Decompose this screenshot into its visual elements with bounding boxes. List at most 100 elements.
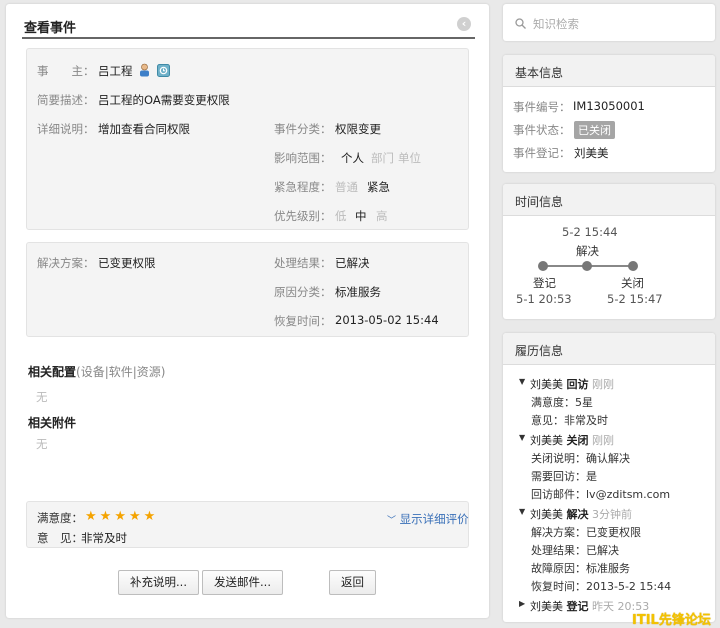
basic-info-header: 基本信息 (503, 55, 715, 87)
scope-option-department[interactable]: 部门 (371, 150, 394, 166)
cause-label: 原因分类： (274, 285, 332, 299)
scope-option-personal[interactable]: 个人 (341, 150, 364, 166)
history-detail: 满意度：5星 (531, 396, 593, 409)
history-detail: 回访邮件：lv@zditsm.com (531, 488, 671, 501)
urgency-option-normal[interactable]: 普通 (335, 179, 358, 195)
basic-info-panel: 基本信息 事件编号： IM13050001 事件状态： 已关闭 事件登记： 刘美… (503, 55, 715, 172)
cause-value: 标准服务 (335, 285, 381, 299)
summary-label: 简要描述： (37, 93, 95, 107)
opinion-value: 非常及时 (81, 531, 127, 545)
page-title: 查看事件 (24, 21, 77, 36)
attachments-title: 相关附件 (28, 416, 77, 430)
register-label: 登记 (533, 276, 556, 290)
star-icon: ★ (143, 509, 156, 524)
history-action: 解决 (566, 508, 589, 521)
title-divider (22, 37, 475, 39)
category-label: 事件分类： (274, 122, 332, 136)
result-label: 处理结果： (274, 256, 332, 270)
show-detail-rating-link[interactable]: ﹀ 显示详细评价 (387, 511, 469, 527)
solution-label: 解决方案： (37, 256, 95, 270)
send-mail-button[interactable]: 发送邮件... (202, 570, 283, 595)
resolution-box: 解决方案： 已变更权限 处理结果： 已解决 原因分类： 标准服务 恢复时间： 2… (26, 242, 469, 337)
supplement-button[interactable]: 补充说明... (118, 570, 199, 595)
history-detail: 故障原因：标准服务 (531, 562, 630, 575)
triangle-down-icon: ▼ (519, 507, 526, 516)
event-registrar-value: 刘美美 (574, 146, 609, 160)
event-status-label: 事件状态： (513, 123, 571, 137)
history-detail: 意见：非常及时 (531, 414, 608, 427)
event-number-value: IM13050001 (573, 99, 645, 113)
knowledge-search-box[interactable]: 知识检索 (503, 4, 715, 41)
solution-value: 已变更权限 (98, 256, 156, 270)
history-entry-toggle[interactable]: ▼ 刘美美 回访 刚刚 (519, 376, 614, 392)
priority-label: 优先级别： (274, 209, 332, 223)
history-action: 登记 (566, 600, 589, 613)
owner-label: 事 主： (37, 64, 95, 78)
history-detail: 处理结果：已解决 (531, 544, 619, 557)
timeline-node-close (628, 261, 638, 271)
event-info-box: 事 主： 吕工程 简要描述： 吕工程的OA需要变更权限 详细说明： 增加查看合同… (26, 48, 469, 230)
opinion-label: 意 见： (37, 531, 83, 545)
close-time: 5-2 15:47 (607, 292, 663, 306)
search-placeholder: 知识检索 (533, 17, 579, 31)
history-action: 关闭 (566, 434, 589, 447)
triangle-right-icon: ▶ (519, 599, 526, 608)
history-time: 刚刚 (592, 434, 614, 447)
history-entry-toggle[interactable]: ▼ 刘美美 解决 3分钟前 (519, 506, 632, 522)
close-label: 关闭 (621, 276, 644, 290)
time-info-header: 时间信息 (503, 184, 715, 216)
scope-option-unit[interactable]: 单位 (398, 150, 421, 166)
rating-box: 满意度： ★ ★ ★ ★ ★ ﹀ 显示详细评价 意 见： 非常及时 (26, 501, 469, 548)
history-detail: 解决方案：已变更权限 (531, 526, 641, 539)
event-registrar-label: 事件登记： (513, 146, 571, 160)
history-user: 刘美美 (530, 600, 563, 613)
related-config-empty: 无 (36, 390, 48, 404)
forum-watermark: ITIL先锋论坛 (632, 613, 711, 628)
star-icon: ★ (128, 509, 141, 524)
related-config-subtitle: (设备|软件|资源) (76, 365, 166, 379)
resolve-time: 5-2 15:44 (562, 225, 618, 239)
search-icon (515, 18, 526, 29)
timeline-node-register (538, 261, 548, 271)
attachments-empty: 无 (36, 437, 48, 451)
timeline-track (538, 261, 638, 271)
satisfaction-label: 满意度： (37, 511, 83, 525)
priority-option-medium[interactable]: 中 (355, 208, 367, 224)
history-detail: 需要回访：是 (531, 470, 597, 483)
status-badge: 已关闭 (574, 121, 615, 139)
back-arrow-icon[interactable]: ‹ (457, 17, 471, 31)
history-detail: 关闭说明：确认解决 (531, 452, 630, 465)
time-info-title: 时间信息 (515, 195, 564, 209)
owner-value: 吕工程 (98, 64, 133, 78)
history-user: 刘美美 (530, 434, 563, 447)
result-value: 已解决 (335, 256, 370, 270)
history-panel: 履历信息 ▼ 刘美美 回访 刚刚 满意度：5星 意见：非常及时 ▼ 刘美美 关闭… (503, 333, 715, 622)
back-button[interactable]: 返回 (329, 570, 376, 595)
history-entry-toggle[interactable]: ▼ 刘美美 关闭 刚刚 (519, 432, 614, 448)
basic-info-title: 基本信息 (515, 66, 564, 80)
triangle-down-icon: ▼ (519, 433, 526, 442)
restore-time-label: 恢复时间： (274, 314, 332, 328)
restore-time-value: 2013-05-02 15:44 (335, 313, 439, 327)
history-time: 刚刚 (592, 378, 614, 391)
history-header: 履历信息 (503, 333, 715, 365)
history-icon[interactable] (157, 64, 170, 77)
history-time: 3分钟前 (592, 508, 632, 521)
urgency-option-urgent[interactable]: 紧急 (367, 179, 390, 195)
history-entry-toggle[interactable]: ▶ 刘美美 登记 昨天 20:53 (519, 598, 649, 614)
history-detail: 恢复时间：2013-5-2 15:44 (531, 580, 672, 593)
history-action: 回访 (566, 378, 589, 391)
priority-option-low[interactable]: 低 (335, 208, 347, 224)
timeline-node-resolve (582, 261, 592, 271)
priority-option-high[interactable]: 高 (376, 208, 388, 224)
history-user: 刘美美 (530, 508, 563, 521)
resolve-label: 解决 (576, 244, 599, 258)
register-time: 5-1 20:53 (516, 292, 572, 306)
history-title: 履历信息 (515, 344, 564, 358)
event-number-label: 事件编号： (513, 100, 571, 114)
detail-link-label: 显示详细评价 (399, 512, 469, 526)
related-config-title: 相关配置 (28, 365, 77, 379)
star-icon: ★ (114, 509, 126, 524)
person-icon[interactable] (138, 63, 151, 77)
category-value: 权限变更 (335, 122, 381, 136)
